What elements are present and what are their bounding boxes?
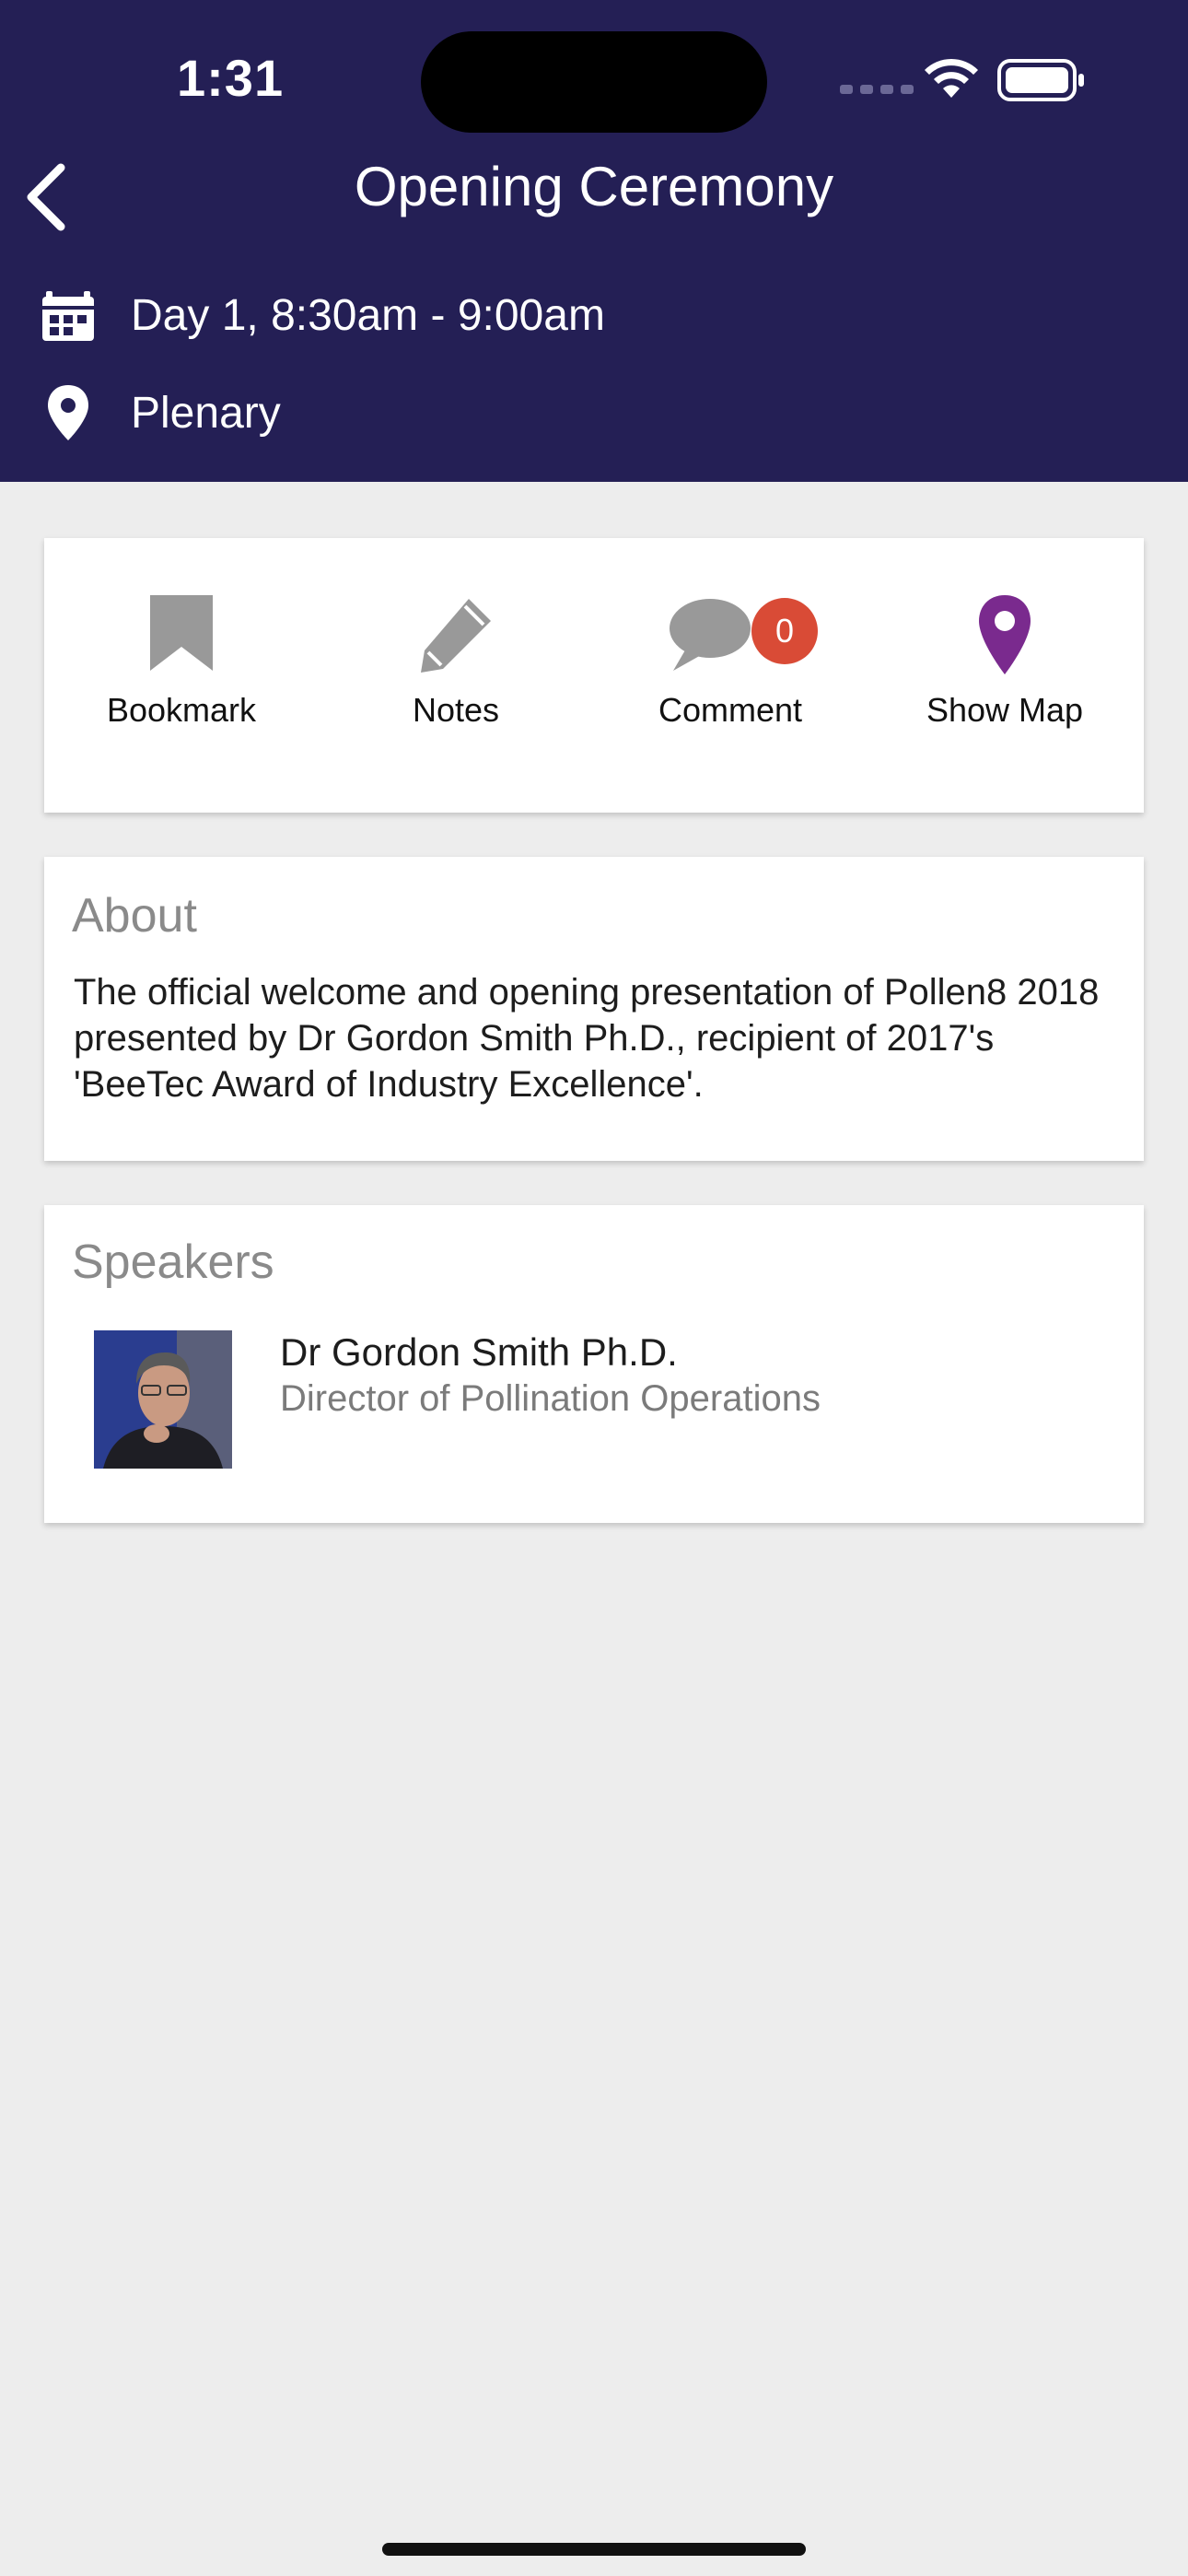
home-indicator: [382, 2543, 806, 2556]
status-time: 1:31: [177, 49, 285, 107]
schedule-text: Day 1, 8:30am - 9:00am: [131, 290, 605, 340]
pencil-icon: [421, 599, 491, 673]
speakers-heading: Speakers: [72, 1235, 274, 1289]
map-marker-icon: [979, 595, 1031, 674]
location-text: Plenary: [131, 388, 281, 438]
comment-count-badge: 0: [751, 598, 818, 664]
speaker-name: Dr Gordon Smith Ph.D.: [280, 1330, 678, 1374]
comment-button[interactable]: Comment: [593, 538, 868, 813]
speakers-card: Speakers Dr Gordon Smith Ph.D. Director …: [44, 1205, 1144, 1523]
about-heading: About: [72, 889, 197, 943]
bookmark-icon: [150, 595, 213, 671]
speaker-avatar: [94, 1330, 232, 1469]
calendar-icon: [42, 291, 94, 341]
wifi-icon: [925, 58, 978, 98]
speaker-role: Director of Pollination Operations: [280, 1378, 821, 1419]
map-pin-icon: [48, 385, 88, 440]
about-description: The official welcome and opening present…: [74, 972, 1100, 1105]
about-card: About The official welcome and opening p…: [44, 857, 1144, 1161]
schedule-row: Day 1, 8:30am - 9:00am: [41, 287, 605, 343]
comment-label: Comment: [658, 691, 803, 729]
bookmark-button[interactable]: Bookmark: [44, 538, 319, 813]
battery-icon: [997, 59, 1084, 101]
cellular-signal-icon: [840, 85, 914, 94]
notes-button[interactable]: Notes: [319, 538, 593, 813]
session-header: 1:31 Opening Ceremony Day 1, 8:30am - 9:…: [0, 0, 1188, 482]
notes-label: Notes: [412, 691, 500, 729]
show-map-label: Show Map: [926, 691, 1084, 729]
speech-bubble-icon: [670, 599, 751, 671]
location-row: Plenary: [41, 383, 281, 442]
page-title: Opening Ceremony: [354, 156, 834, 217]
actions-card: Bookmark Notes Comment 0 Show Map: [44, 538, 1144, 813]
dynamic-island: [421, 31, 767, 133]
bookmark-label: Bookmark: [106, 691, 257, 729]
show-map-button[interactable]: Show Map: [868, 538, 1142, 813]
